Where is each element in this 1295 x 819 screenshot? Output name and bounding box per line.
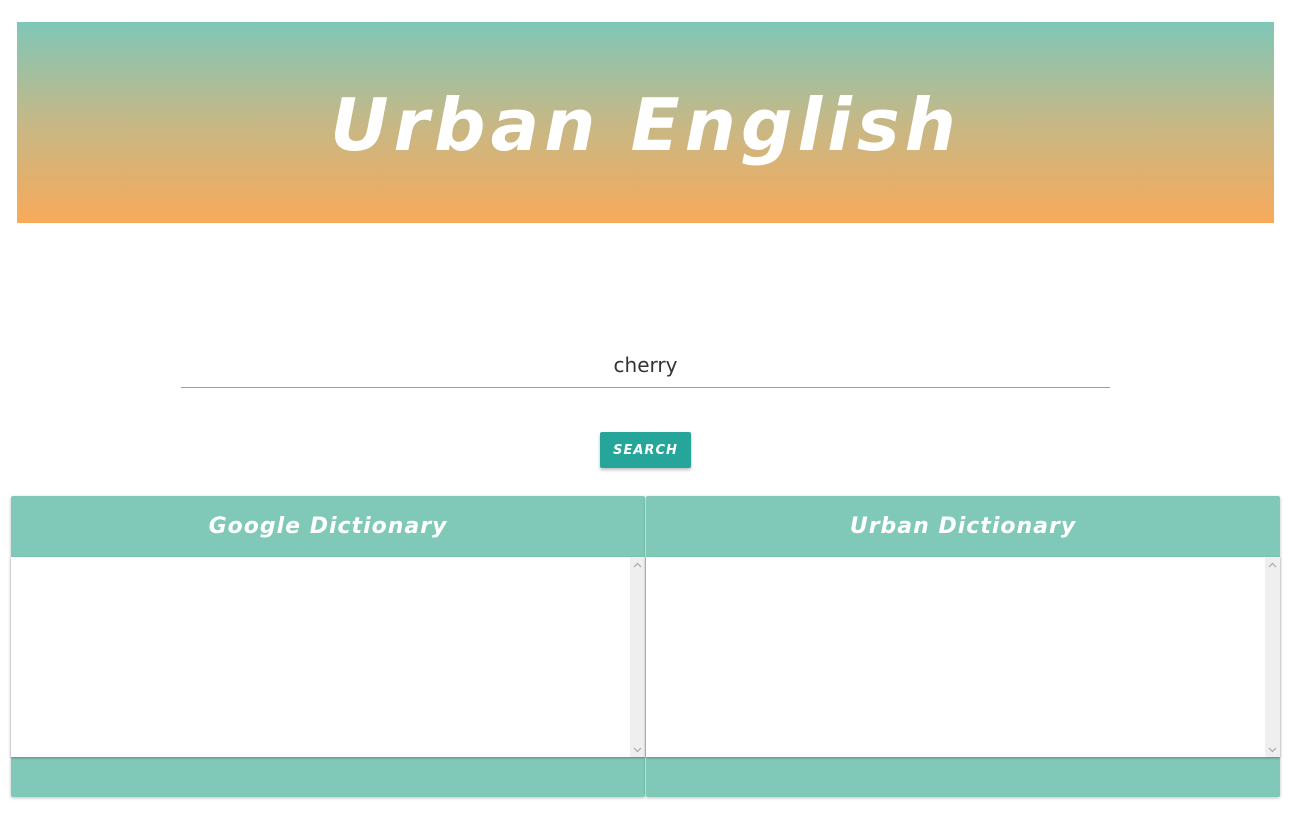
chevron-up-icon[interactable] <box>630 557 645 572</box>
panel-footer-urban <box>646 759 1280 797</box>
urban-dictionary-panel: Urban Dictionary <box>646 496 1280 797</box>
google-scrollbar[interactable] <box>630 557 645 757</box>
chevron-down-icon[interactable] <box>630 742 645 757</box>
search-field <box>181 345 1110 388</box>
panel-footer-google <box>11 759 645 797</box>
urban-scrollbar[interactable] <box>1265 557 1280 757</box>
google-dictionary-panel: Google Dictionary <box>11 496 645 797</box>
panel-title-urban: Urban Dictionary <box>849 514 1077 539</box>
google-dictionary-results[interactable] <box>11 557 645 757</box>
search-button[interactable]: SEARCH <box>600 432 691 468</box>
search-input[interactable] <box>181 345 1110 385</box>
urban-dictionary-results[interactable] <box>646 557 1280 757</box>
chevron-up-icon[interactable] <box>1265 557 1280 572</box>
chevron-down-icon[interactable] <box>1265 742 1280 757</box>
app-title: Urban English <box>330 82 961 167</box>
header-banner: Urban English <box>17 22 1274 223</box>
panel-title-google: Google Dictionary <box>208 514 448 539</box>
